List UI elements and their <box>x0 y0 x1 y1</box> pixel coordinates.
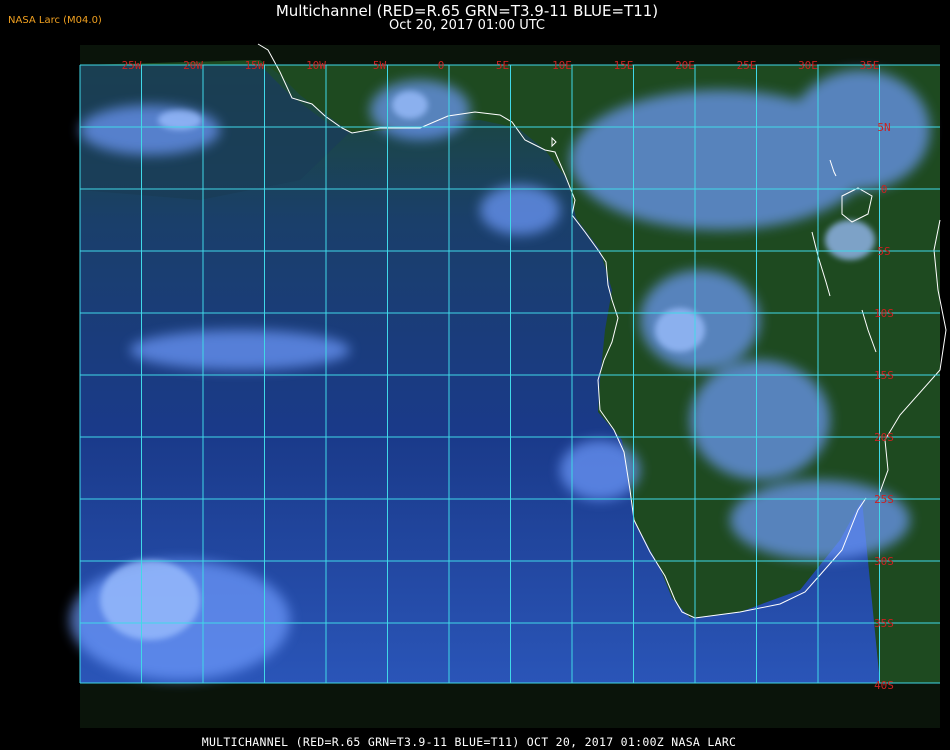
latitude-label: 20S <box>874 431 894 444</box>
image-timestamp: Oct 20, 2017 01:00 UTC <box>0 18 950 33</box>
longitude-label: 35E <box>860 59 880 72</box>
satellite-map: 25W 20W 15W 10W 5W 0 5E 10E 15E 20E 25E 30E 35E 5N 0 5… <box>70 43 947 728</box>
latitude-label: 15S <box>874 369 894 382</box>
longitude-label: 20W <box>183 59 203 72</box>
footer-caption: MULTICHANNEL (RED=R.65 GRN=T3.9-11 BLUE=… <box>0 735 950 749</box>
longitude-label: 0 <box>438 59 445 72</box>
longitude-label: 5E <box>496 59 509 72</box>
longitude-label: 5W <box>373 59 387 72</box>
longitude-label: 10E <box>552 59 572 72</box>
latitude-label: 30S <box>874 555 894 568</box>
latitude-label: 0 <box>881 183 888 196</box>
latitude-label: 5N <box>877 121 890 134</box>
longitude-label: 15E <box>614 59 634 72</box>
longitude-label: 20E <box>675 59 695 72</box>
longitude-label: 30E <box>798 59 818 72</box>
latitude-label: 40S <box>874 679 894 692</box>
latitude-label: 25S <box>874 493 894 506</box>
image-timestamp-text: Oct 20, 2017 01:00 UTC <box>389 18 545 33</box>
longitude-label: 25E <box>737 59 757 72</box>
latitude-label: 35S <box>874 617 894 630</box>
longitude-label: 25W <box>122 59 142 72</box>
latitude-label: 10S <box>874 307 894 320</box>
footer-caption-text: MULTICHANNEL (RED=R.65 GRN=T3.9-11 BLUE=… <box>201 735 737 749</box>
latitude-label: 5S <box>877 245 890 258</box>
longitude-label: 15W <box>245 59 265 72</box>
longitude-label: 10W <box>306 59 326 72</box>
